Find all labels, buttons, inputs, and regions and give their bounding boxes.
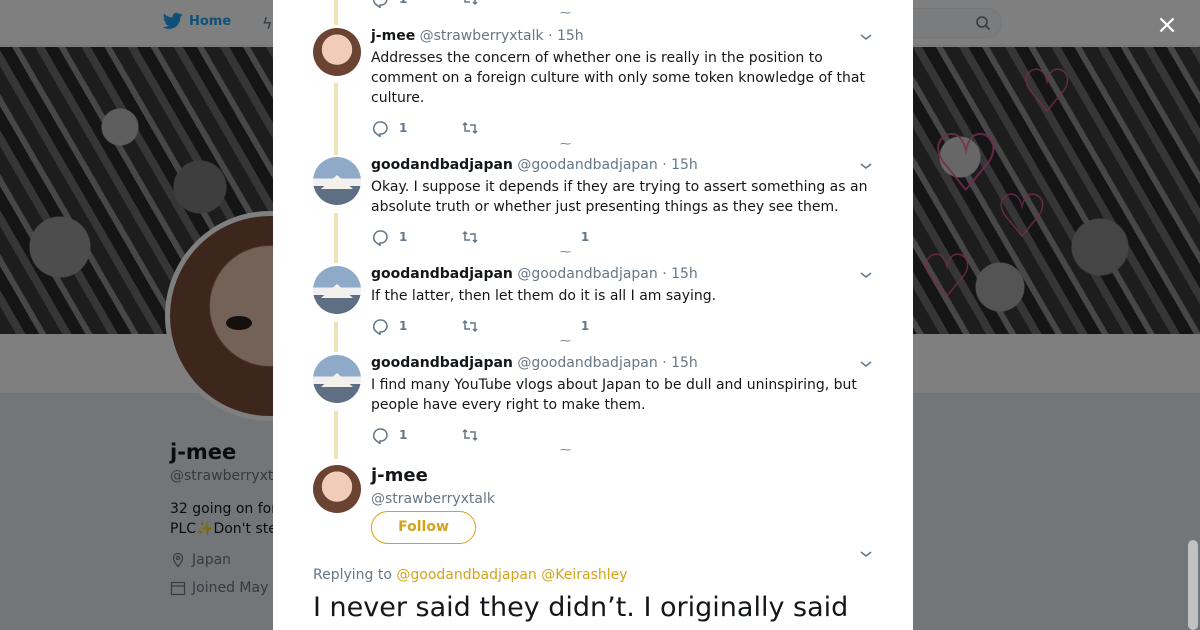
retweet-icon — [462, 230, 478, 244]
reply-button[interactable]: 1 — [371, 228, 461, 246]
chevron-down-icon[interactable] — [859, 268, 873, 282]
retweet-button[interactable] — [461, 228, 565, 246]
retweet-button[interactable] — [461, 317, 565, 335]
tweet-separator: · — [662, 157, 667, 173]
more-replies-indicator[interactable]: ⁓ — [560, 137, 571, 150]
tweet-separator: · — [662, 355, 667, 371]
reply-count: 1 — [399, 0, 407, 6]
tweet-text: I find many YouTube vlogs about Japan to… — [371, 377, 857, 413]
reply-icon — [372, 319, 388, 335]
replying-to-prefix: Replying to — [313, 567, 392, 583]
reply-count: 1 — [399, 428, 408, 442]
tweet-partial: 1 — [313, 0, 873, 10]
retweet-icon — [464, 0, 478, 6]
tweet-author-handle[interactable]: @strawberryxtalk — [420, 28, 544, 44]
tweet-text: Addresses the concern of whether one is … — [371, 50, 865, 106]
avatar[interactable] — [313, 266, 361, 314]
chevron-down-icon[interactable] — [859, 547, 873, 561]
tweet-actions: 1 — [371, 0, 565, 8]
avatar[interactable] — [313, 157, 361, 205]
like-count: 1 — [580, 319, 590, 333]
tweet-item[interactable]: j-mee @strawberryxtalk · 15h Addresses t… — [313, 28, 873, 148]
replying-to-link[interactable]: @goodandbadjapan — [396, 567, 536, 583]
reply-icon — [373, 0, 388, 8]
close-icon: × — [1156, 10, 1178, 40]
chevron-down-icon[interactable] — [859, 30, 873, 44]
tweet-timestamp[interactable]: 15h — [671, 266, 698, 282]
tweet-timestamp[interactable]: 15h — [557, 28, 584, 44]
tweet-header: goodandbadjapan @goodandbadjapan · 15h — [371, 157, 698, 173]
tweet-author-name[interactable]: goodandbadjapan — [371, 157, 513, 173]
tweet-timestamp[interactable]: 15h — [671, 157, 698, 173]
tweet-header: j-mee @strawberryxtalk · 15h — [371, 28, 584, 44]
reply-button[interactable]: 1 — [371, 0, 461, 8]
scrollbar-thumb[interactable] — [1188, 540, 1198, 630]
avatar[interactable] — [313, 355, 361, 403]
tweet-text: Okay. I suppose it depends if they are t… — [371, 179, 868, 215]
chevron-down-icon[interactable] — [859, 159, 873, 173]
retweet-icon — [462, 428, 478, 442]
more-replies-indicator[interactable]: ⁓ — [560, 443, 571, 456]
tweet-author-handle[interactable]: @goodandbadjapan — [517, 355, 657, 371]
more-replies-indicator[interactable]: ⁓ — [560, 245, 571, 258]
tweet-item[interactable]: goodandbadjapan @goodandbadjapan · 15h I… — [313, 355, 873, 445]
tweet-header: goodandbadjapan @goodandbadjapan · 15h — [371, 355, 698, 371]
like-button[interactable]: 1 — [565, 230, 605, 244]
tweet-timestamp[interactable]: 15h — [671, 355, 698, 371]
tweet-item[interactable]: goodandbadjapan @goodandbadjapan · 15h I… — [313, 266, 873, 336]
tweet-header: goodandbadjapan @goodandbadjapan · 15h — [371, 266, 698, 282]
reply-button[interactable]: 1 — [371, 119, 461, 137]
tweet-separator: · — [548, 28, 553, 44]
tweet-author-name[interactable]: goodandbadjapan — [371, 355, 513, 371]
tweet-actions: 1 — [371, 119, 565, 137]
reply-button[interactable]: 1 — [371, 317, 461, 335]
retweet-button[interactable] — [461, 0, 565, 8]
reply-icon — [372, 230, 388, 246]
tweet-author-handle[interactable]: @goodandbadjapan — [517, 266, 657, 282]
reply-count: 1 — [399, 121, 408, 135]
reply-icon — [372, 428, 388, 444]
focused-tweet-author-name[interactable]: j-mee — [371, 465, 428, 486]
retweet-icon — [462, 319, 478, 333]
retweet-button[interactable] — [461, 426, 565, 444]
close-modal-button[interactable]: × — [1154, 12, 1180, 38]
reply-icon — [372, 121, 388, 137]
more-replies-indicator[interactable]: ⁓ — [560, 334, 571, 347]
tweet-author-name[interactable]: j-mee — [371, 28, 415, 44]
replying-to: Replying to @goodandbadjapan @Keirashley — [313, 567, 628, 583]
follow-button[interactable]: Follow — [371, 511, 476, 544]
replying-to-link[interactable]: @Keirashley — [541, 567, 627, 583]
tweet-text: If the latter, then let them do it is al… — [371, 288, 717, 304]
scrollbar-track[interactable] — [1186, 0, 1200, 630]
like-button[interactable]: 1 — [565, 319, 605, 333]
like-count: 1 — [580, 230, 590, 244]
tweet-author-name[interactable]: goodandbadjapan — [371, 266, 513, 282]
avatar[interactable] — [313, 465, 361, 513]
retweet-button[interactable] — [461, 119, 565, 137]
retweet-icon — [462, 121, 478, 135]
tweet-item[interactable]: goodandbadjapan @goodandbadjapan · 15h O… — [313, 157, 873, 247]
tweet-actions: 1 — [371, 426, 565, 444]
tweet-actions: 1 1 — [371, 228, 605, 246]
avatar[interactable] — [313, 28, 361, 76]
focused-tweet-text: I never said they didn’t. I originally s… — [313, 592, 849, 623]
reply-count: 1 — [399, 230, 408, 244]
reply-count: 1 — [399, 319, 408, 333]
more-replies-indicator[interactable]: ⁓ — [560, 6, 571, 19]
tweet-thread-modal: 1 ⁓ j-mee @strawberryxtalk · 15h Address… — [273, 0, 913, 630]
chevron-down-icon[interactable] — [859, 357, 873, 371]
tweet-separator: · — [662, 266, 667, 282]
reply-button[interactable]: 1 — [371, 426, 461, 444]
tweet-actions: 1 1 — [371, 317, 605, 335]
tweet-author-handle[interactable]: @goodandbadjapan — [517, 157, 657, 173]
focused-tweet-author-handle[interactable]: @strawberryxtalk — [371, 491, 495, 507]
